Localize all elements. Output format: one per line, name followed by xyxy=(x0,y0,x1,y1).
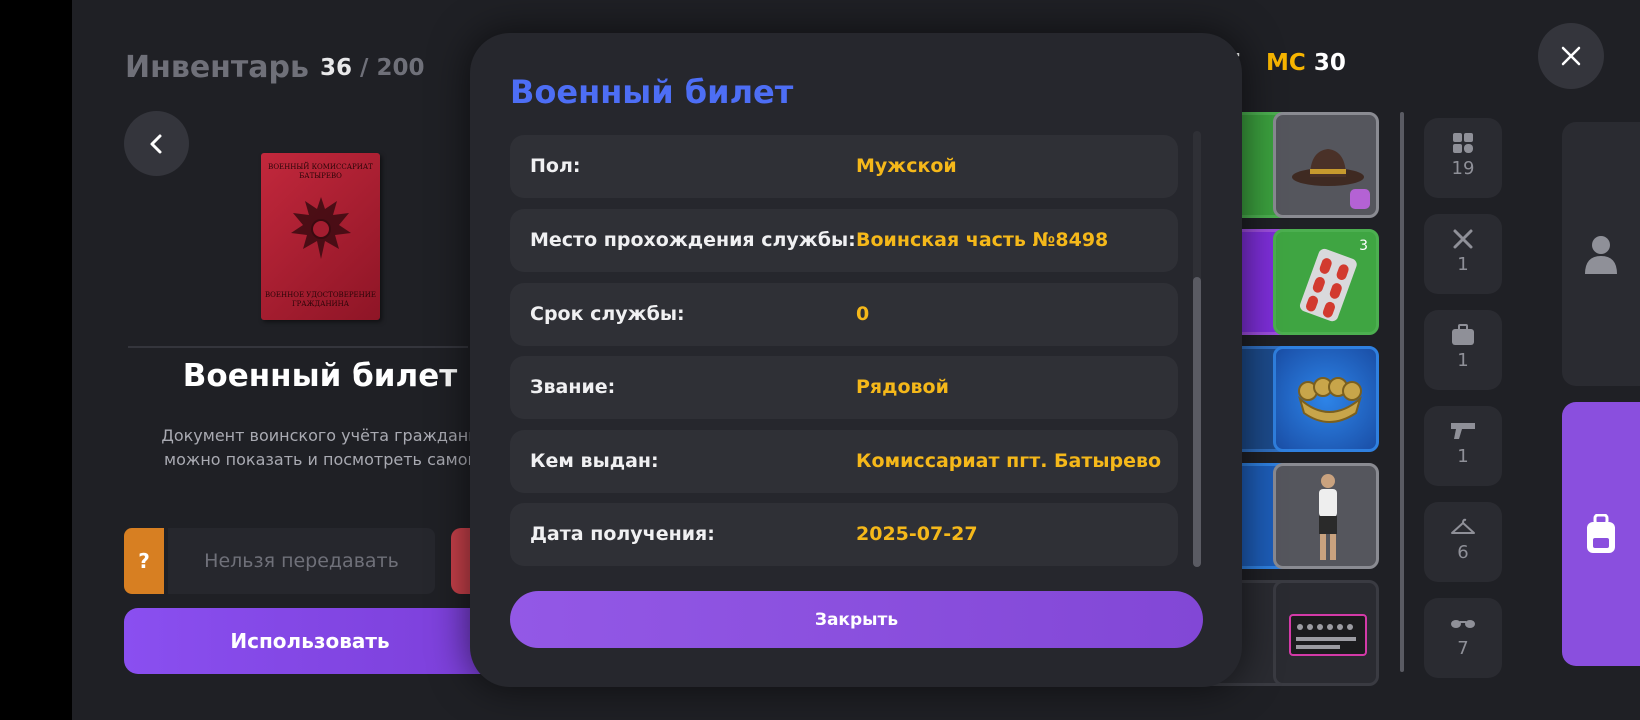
tab-inventory[interactable] xyxy=(1562,402,1640,666)
tab-character[interactable] xyxy=(1562,122,1640,386)
category-count: 7 xyxy=(1457,638,1469,659)
grid-icon xyxy=(1453,133,1473,153)
category-all[interactable]: 19 xyxy=(1424,118,1502,198)
info-row-gender: Пол: Мужской xyxy=(510,135,1178,198)
info-row-service-term: Срок службы: 0 xyxy=(510,283,1178,346)
currency-value: 30 xyxy=(1313,50,1346,76)
info-label: Звание: xyxy=(530,376,616,398)
inventory-slot-brass-knuckles[interactable] xyxy=(1273,346,1379,452)
info-row-rank: Звание: Рядовой xyxy=(510,356,1178,419)
category-bag[interactable]: 1 xyxy=(1424,310,1502,390)
info-label: Кем выдан: xyxy=(530,450,659,472)
info-label: Пол: xyxy=(530,155,581,177)
gun-icon xyxy=(1451,423,1475,439)
category-clothes[interactable]: 6 xyxy=(1424,502,1502,582)
food-icon xyxy=(1453,229,1473,249)
inventory-slot-tool-case[interactable] xyxy=(1273,580,1379,686)
inventory-capacity: 36 / 200 xyxy=(320,55,424,81)
chevron-left-icon xyxy=(150,134,161,153)
info-label: Срок службы: xyxy=(530,303,685,325)
currency-label: MC xyxy=(1266,50,1306,76)
help-badge[interactable]: ? xyxy=(124,528,164,594)
hanger-icon xyxy=(1451,518,1475,534)
tool-case-icon xyxy=(1289,614,1367,656)
slot-count: 3 xyxy=(1359,238,1368,254)
back-button[interactable] xyxy=(124,111,189,176)
close-button[interactable]: Закрыть xyxy=(510,591,1203,648)
passport-top-text: ВОЕННЫЙ КОМИССАРИАТ БАТЫРЕВО xyxy=(268,163,373,180)
modal-scrollbar[interactable] xyxy=(1193,131,1201,567)
inventory-count-separator: / xyxy=(360,55,369,81)
category-count: 6 xyxy=(1457,542,1469,563)
inventory-title: Инвентарь xyxy=(125,50,309,85)
category-weapons[interactable]: 1 xyxy=(1424,406,1502,486)
inventory-slot-hat[interactable] xyxy=(1273,112,1379,218)
item-description-line: можно показать и посмотреть самог xyxy=(164,450,476,469)
category-count: 1 xyxy=(1457,350,1469,371)
info-label: Дата получения: xyxy=(530,523,715,545)
info-value: Комиссариат пгт. Батырево xyxy=(856,450,1162,472)
info-row-issued-by: Кем выдан: Комиссариат пгт. Батырево xyxy=(510,430,1178,493)
person-icon xyxy=(1585,236,1617,274)
glasses-icon xyxy=(1451,620,1475,628)
no-transfer-button[interactable]: Нельзя передавать xyxy=(168,528,435,594)
brass-knuckles-icon xyxy=(1298,377,1362,423)
eagle-emblem-icon xyxy=(291,197,351,259)
backpack-icon xyxy=(1587,514,1615,553)
item-description-line: Документ воинского учёта граждани xyxy=(161,426,479,445)
category-count: 1 xyxy=(1457,254,1469,275)
close-inventory-button[interactable] xyxy=(1538,23,1604,89)
military-id-modal: Военный билет Пол: Мужской Место прохожд… xyxy=(470,33,1242,687)
modal-scrollbar-thumb[interactable] xyxy=(1193,277,1201,567)
info-row-service-place: Место прохождения службы: Воинская часть… xyxy=(510,209,1178,272)
divider xyxy=(128,346,468,348)
personal-item-badge xyxy=(1350,189,1370,209)
info-label: Место прохождения службы: xyxy=(530,229,856,251)
bag-icon xyxy=(1452,324,1474,345)
category-food[interactable]: 1 xyxy=(1424,214,1502,294)
inventory-max: 200 xyxy=(376,55,425,81)
military-id-image: ВОЕННЫЙ КОМИССАРИАТ БАТЫРЕВО ВОЕННОЕ УДО… xyxy=(261,153,380,320)
use-button[interactable]: Использовать xyxy=(124,608,496,674)
character-skin-icon xyxy=(1319,474,1337,560)
info-value: Воинская часть №8498 xyxy=(856,229,1109,251)
inventory-count: 36 xyxy=(320,55,353,81)
item-name: Военный билет xyxy=(182,358,458,394)
slots-scrollbar[interactable] xyxy=(1400,112,1404,672)
inventory-slot-skin[interactable] xyxy=(1273,463,1379,569)
item-description: Документ воинского учёта граждани можно … xyxy=(128,424,512,472)
info-value: 2025-07-27 xyxy=(856,523,978,545)
category-accessories[interactable]: 7 xyxy=(1424,598,1502,678)
inventory-slot-pills[interactable]: 3 xyxy=(1273,229,1379,335)
modal-title: Военный билет xyxy=(510,73,794,111)
passport-bottom-text: ВОЕННОЕ УДОСТОВЕРЕНИЕ ГРАЖДАНИНА xyxy=(265,291,376,308)
category-count: 1 xyxy=(1457,446,1469,467)
pills-icon xyxy=(1299,248,1357,322)
info-row-issue-date: Дата получения: 2025-07-27 xyxy=(510,503,1178,566)
hat-icon xyxy=(1292,149,1364,186)
category-count: 19 xyxy=(1451,158,1475,179)
close-icon xyxy=(1561,46,1581,66)
info-value: Мужской xyxy=(856,155,957,177)
info-value: Рядовой xyxy=(856,376,949,398)
info-value: 0 xyxy=(856,303,870,325)
